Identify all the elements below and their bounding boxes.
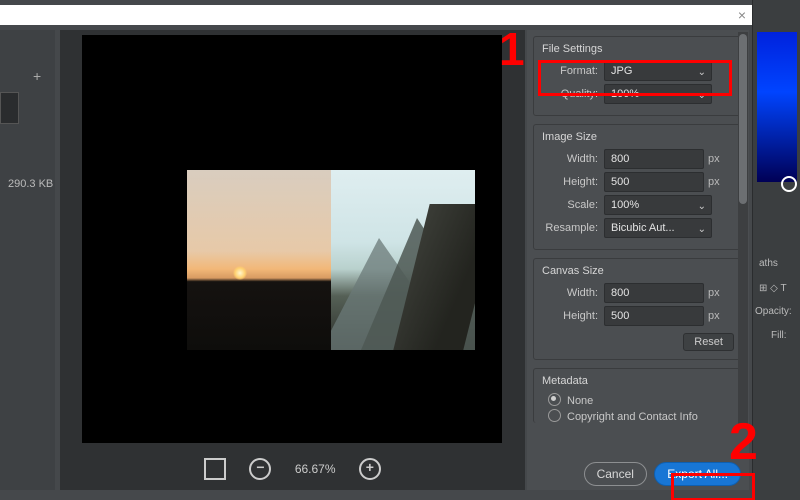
chevron-down-icon: ⌄ bbox=[698, 64, 706, 82]
file-settings-section: File Settings Format: JPG⌄ Quality: 100%… bbox=[533, 36, 743, 116]
chevron-down-icon: ⌄ bbox=[698, 221, 706, 239]
asset-thumbnail[interactable] bbox=[0, 92, 19, 124]
image-width-input[interactable]: 800 bbox=[604, 149, 704, 169]
paths-tab[interactable]: aths bbox=[759, 258, 778, 269]
zoom-out-button[interactable]: − bbox=[249, 458, 271, 480]
filesize-label: 290.3 KB bbox=[8, 178, 53, 190]
chevron-down-icon: ⌄ bbox=[698, 87, 706, 105]
preview-background bbox=[82, 35, 502, 443]
preview-panel: − 66.67% + bbox=[60, 30, 525, 490]
scale-label: Scale: bbox=[540, 199, 604, 211]
zoom-toolbar: − 66.67% + bbox=[60, 458, 525, 480]
canvas-size-section: Canvas Size Width: 800 px Height: 500 px… bbox=[533, 258, 743, 360]
radio-icon bbox=[548, 393, 561, 406]
image-size-section: Image Size Width: 800 px Height: 500 px … bbox=[533, 124, 743, 250]
unit-px: px bbox=[704, 310, 728, 322]
color-swatch[interactable] bbox=[757, 32, 797, 182]
canvas-width-label: Width: bbox=[540, 287, 604, 299]
fit-screen-icon[interactable] bbox=[204, 458, 226, 480]
metadata-contact-radio[interactable]: Copyright and Contact Info bbox=[548, 409, 736, 423]
resample-label: Resample: bbox=[540, 222, 604, 234]
reset-button[interactable]: Reset bbox=[683, 333, 734, 351]
resample-select[interactable]: Bicubic Aut...⌄ bbox=[604, 218, 712, 238]
section-title: Metadata bbox=[542, 375, 736, 387]
image-preview[interactable] bbox=[187, 170, 475, 350]
canvas-width-input[interactable]: 800 bbox=[604, 283, 704, 303]
section-title: File Settings bbox=[542, 43, 736, 55]
chevron-down-icon: ⌄ bbox=[698, 198, 706, 216]
cancel-button[interactable]: Cancel bbox=[584, 462, 647, 486]
dialog-titlebar: × bbox=[0, 5, 752, 25]
opacity-label: Opacity: bbox=[755, 306, 792, 317]
format-label: Format: bbox=[540, 65, 604, 77]
fill-label: Fill: bbox=[771, 330, 787, 341]
section-title: Image Size bbox=[542, 131, 736, 143]
quality-select[interactable]: 100%⌄ bbox=[604, 84, 712, 104]
scale-select[interactable]: 100%⌄ bbox=[604, 195, 712, 215]
metadata-section: Metadata None Copyright and Contact Info bbox=[533, 368, 743, 423]
unit-px: px bbox=[704, 153, 728, 165]
radio-icon bbox=[548, 409, 561, 422]
quality-label: Quality: bbox=[540, 88, 604, 100]
zoom-in-button[interactable]: + bbox=[359, 458, 381, 480]
section-title: Canvas Size bbox=[542, 265, 736, 277]
height-label: Height: bbox=[540, 176, 604, 188]
add-asset-button[interactable]: + bbox=[33, 68, 41, 84]
width-label: Width: bbox=[540, 153, 604, 165]
unit-px: px bbox=[704, 287, 728, 299]
preview-right bbox=[331, 170, 475, 350]
settings-panel: File Settings Format: JPG⌄ Quality: 100%… bbox=[527, 30, 749, 490]
zoom-level: 66.67% bbox=[295, 462, 336, 476]
color-picker-ring[interactable] bbox=[781, 176, 797, 192]
panel-scrollbar[interactable] bbox=[738, 32, 748, 427]
image-height-input[interactable]: 500 bbox=[604, 172, 704, 192]
canvas-height-input[interactable]: 500 bbox=[604, 306, 704, 326]
format-select[interactable]: JPG⌄ bbox=[604, 61, 712, 81]
unit-px: px bbox=[704, 176, 728, 188]
metadata-none-radio[interactable]: None bbox=[548, 393, 736, 407]
asset-list: + 290.3 KB bbox=[0, 30, 55, 490]
app-right-chrome: aths ⊞ ◇ T Opacity: Fill: bbox=[752, 0, 800, 500]
dialog-footer: Cancel Export All... bbox=[527, 462, 749, 486]
preview-left bbox=[187, 170, 331, 350]
export-all-button[interactable]: Export All... bbox=[654, 462, 741, 486]
canvas-height-label: Height: bbox=[540, 310, 604, 322]
close-icon[interactable]: × bbox=[738, 7, 746, 23]
